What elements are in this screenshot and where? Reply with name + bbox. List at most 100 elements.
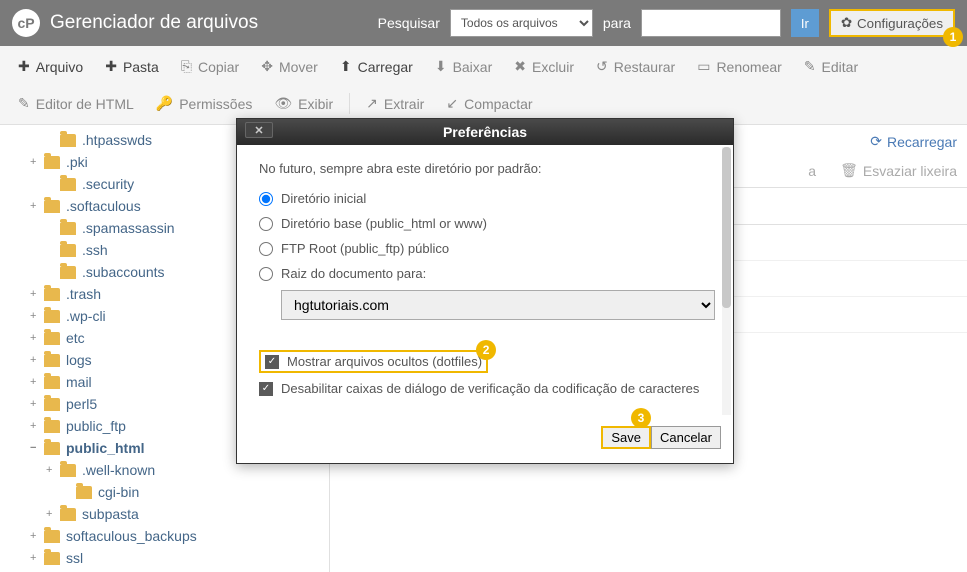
view-button[interactable]: 👁Exibir (264, 87, 343, 120)
compress-button[interactable]: ↙Compactar (436, 87, 542, 120)
radio-ftp[interactable]: FTP Root (public_ftp) público (259, 236, 711, 261)
checkbox-checked-icon[interactable]: ✓ (259, 382, 273, 396)
radio-docroot[interactable]: Raiz do documento para: (259, 261, 711, 286)
tree-label: .pki (66, 154, 88, 170)
modal-body: No futuro, sempre abra este diretório po… (237, 145, 733, 416)
settings-button[interactable]: ✿ Configurações 1 (829, 9, 955, 37)
edit-button[interactable]: ✎Editar (794, 50, 868, 83)
expand-icon[interactable]: + (30, 530, 44, 542)
extract-button[interactable]: ↗Extrair (356, 87, 434, 120)
select-all-button[interactable]: a (808, 162, 816, 179)
modal-title-bar: ✕ Preferências (237, 119, 733, 145)
reload-button[interactable]: ⟳Recarregar (870, 133, 957, 150)
folder-icon (60, 266, 76, 279)
close-icon[interactable]: ✕ (245, 122, 273, 138)
expand-icon[interactable]: + (30, 310, 44, 322)
folder-icon (44, 442, 60, 455)
tree-label: subpasta (82, 506, 139, 522)
tree-label: perl5 (66, 396, 97, 412)
empty-trash-button[interactable]: 🗑Esvaziar lixeira (840, 162, 957, 179)
folder-icon (44, 354, 60, 367)
upload-icon: ⬆ (340, 58, 352, 75)
folder-icon (44, 376, 60, 389)
expand-icon[interactable]: + (30, 552, 44, 564)
radio-home[interactable]: Diretório inicial (259, 186, 711, 211)
expand-icon[interactable]: + (46, 508, 60, 520)
check-encoding-row: ✓ Desabilitar caixas de diálogo de verif… (259, 377, 711, 400)
folder-icon (44, 332, 60, 345)
expand-icon[interactable]: + (30, 156, 44, 168)
callout-1: 1 (943, 27, 963, 47)
search-for-label: para (603, 15, 631, 31)
rename-icon: ▭ (697, 58, 710, 75)
restore-button[interactable]: ↺Restaurar (586, 50, 685, 83)
folder-icon (60, 178, 76, 191)
expand-icon[interactable]: + (30, 288, 44, 300)
download-button[interactable]: ⬇Baixar (425, 50, 502, 83)
delete-icon: ✖ (514, 58, 526, 75)
checkbox-checked-icon[interactable]: ✓ (265, 355, 279, 369)
cancel-button[interactable]: Cancelar (651, 426, 721, 449)
delete-button[interactable]: ✖Excluir (504, 50, 584, 83)
expand-icon[interactable]: + (30, 332, 44, 344)
trash-icon: 🗑 (840, 162, 858, 179)
tree-label: .trash (66, 286, 101, 302)
search-input[interactable] (641, 9, 781, 37)
radio-base[interactable]: Diretório base (public_html or www) (259, 211, 711, 236)
cpanel-logo-icon: cP (12, 9, 40, 37)
plus-icon: ✚ (18, 58, 30, 75)
tree-label: public_html (66, 440, 145, 456)
plus-icon: ✚ (105, 58, 117, 75)
copy-icon: ⎘ (181, 58, 192, 75)
copy-button[interactable]: ⎘Copiar (171, 50, 249, 83)
folder-icon (60, 244, 76, 257)
folder-icon (44, 310, 60, 323)
expand-icon[interactable]: + (30, 398, 44, 410)
expand-icon[interactable]: + (46, 464, 60, 476)
search-go-button[interactable]: Ir (791, 9, 819, 37)
new-file-button[interactable]: ✚Arquivo (8, 50, 93, 83)
new-folder-button[interactable]: ✚Pasta (95, 50, 169, 83)
rename-button[interactable]: ▭Renomear (687, 50, 792, 83)
folder-icon (60, 464, 76, 477)
tree-item[interactable]: +ssl (0, 547, 329, 569)
modal-intro: No futuro, sempre abra este diretório po… (259, 161, 711, 176)
folder-icon (44, 530, 60, 543)
radio-ftp-input[interactable] (259, 242, 273, 256)
tree-label: .ssh (82, 242, 108, 258)
move-button[interactable]: ✥Mover (251, 50, 328, 83)
folder-icon (60, 134, 76, 147)
refresh-icon: ⟳ (870, 133, 882, 150)
restore-icon: ↺ (596, 58, 608, 75)
expand-icon[interactable]: + (30, 200, 44, 212)
radio-base-input[interactable] (259, 217, 273, 231)
expand-icon[interactable]: + (30, 354, 44, 366)
folder-icon (44, 398, 60, 411)
html-editor-button[interactable]: ✎Editor de HTML (8, 87, 144, 120)
expand-icon[interactable]: − (30, 442, 44, 454)
tree-label: public_ftp (66, 418, 126, 434)
permissions-button[interactable]: 🔑Permissões (146, 87, 263, 120)
check-dotfiles-label: Mostrar arquivos ocultos (dotfiles) (287, 354, 482, 369)
extract-icon: ↗ (366, 95, 378, 112)
save-button[interactable]: Save 3 (601, 426, 651, 449)
tree-item[interactable]: cgi-bin (0, 481, 329, 503)
scroll-thumb[interactable] (722, 147, 731, 308)
modal-scrollbar[interactable] (722, 147, 731, 415)
compress-icon: ↙ (446, 95, 458, 112)
search-scope-select[interactable]: Todos os arquivos (450, 9, 593, 37)
tree-item[interactable]: +softaculous_backups (0, 525, 329, 547)
expand-icon[interactable]: + (30, 376, 44, 388)
callout-3: 3 (631, 408, 651, 428)
upload-button[interactable]: ⬆Carregar (330, 50, 423, 83)
tree-label: .well-known (82, 462, 155, 478)
tree-item[interactable]: + subpasta (0, 503, 329, 525)
domain-select[interactable]: hgtutoriais.com (281, 290, 715, 320)
app-header: cP Gerenciador de arquivos Pesquisar Tod… (0, 0, 967, 46)
tree-label: .subaccounts (82, 264, 165, 280)
expand-icon[interactable]: + (30, 420, 44, 432)
radio-docroot-input[interactable] (259, 267, 273, 281)
radio-home-input[interactable] (259, 192, 273, 206)
folder-icon (44, 552, 60, 565)
preferences-modal: ✕ Preferências No futuro, sempre abra es… (236, 118, 734, 464)
